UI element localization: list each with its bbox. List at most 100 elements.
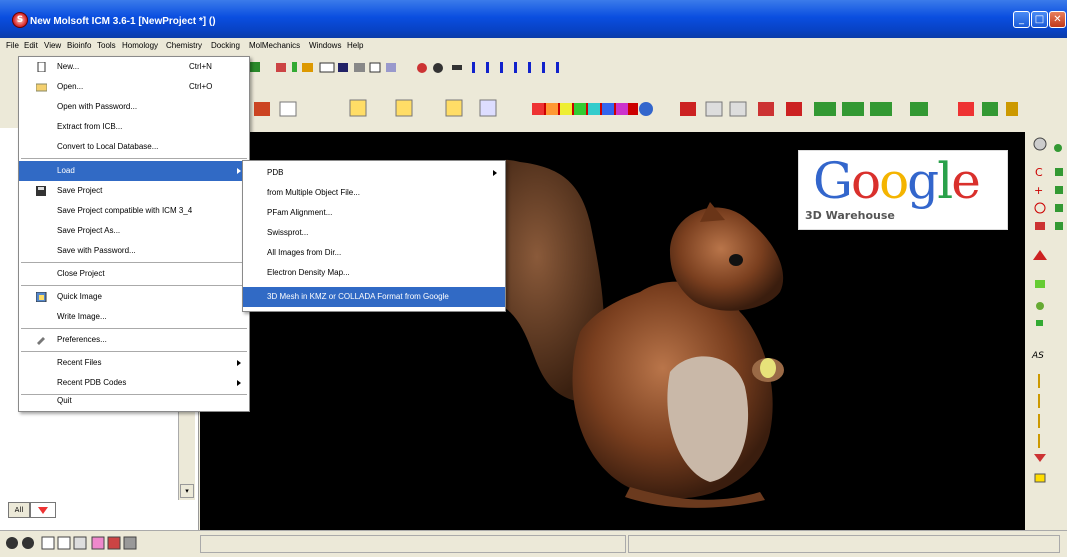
torsion-icon bbox=[729, 101, 747, 117]
svg-text:AS: AS bbox=[1031, 351, 1044, 361]
menu-separator bbox=[21, 262, 247, 263]
menu-homology[interactable]: Homology bbox=[122, 41, 158, 50]
title-bar: S New Molsoft ICM 3.6-1 [NewProject *] (… bbox=[0, 0, 1067, 38]
menu-item-quick-image[interactable]: Quick Image bbox=[19, 287, 249, 307]
table-view-icon bbox=[73, 536, 87, 550]
menu-item-write-image[interactable]: Write Image... bbox=[19, 307, 249, 327]
menu-item-save-compatible[interactable]: Save Project compatible with ICM 3_4 bbox=[19, 201, 249, 221]
tube-icon bbox=[452, 65, 462, 70]
molecule-icon bbox=[250, 62, 260, 72]
right-toolbar: C + AS bbox=[1028, 132, 1067, 530]
submenu-item-electron-density[interactable]: Electron Density Map... bbox=[243, 263, 505, 283]
toolbar-row-1 bbox=[250, 62, 559, 73]
submenu-item-pfam-alignment[interactable]: PFam Alignment... bbox=[243, 203, 505, 223]
menu-item-extract-from-icb[interactable]: Extract from ICB... bbox=[19, 117, 249, 137]
menu-bioinfo[interactable]: Bioinfo bbox=[67, 41, 91, 50]
menu-file[interactable]: File bbox=[6, 41, 19, 50]
menu-item-save-with-password[interactable]: Save with Password... bbox=[19, 241, 249, 261]
new-file-icon bbox=[37, 62, 46, 72]
grid-view-icon bbox=[41, 536, 55, 550]
image-view-icon bbox=[91, 536, 105, 550]
menu-tools[interactable]: Tools bbox=[97, 41, 116, 50]
res-icon bbox=[349, 99, 367, 117]
submenu-item-multiple-object-file[interactable]: from Multiple Object File... bbox=[243, 183, 505, 203]
menu-windows[interactable]: Windows bbox=[309, 41, 341, 50]
submenu-arrow-icon bbox=[237, 380, 241, 386]
open-folder-icon bbox=[36, 83, 47, 92]
residue-icon bbox=[276, 63, 286, 72]
app-logo-icon[interactable]: S bbox=[12, 12, 28, 28]
quick-image-icon bbox=[36, 292, 47, 302]
submenu-item-all-images[interactable]: All Images from Dir... bbox=[243, 243, 505, 263]
menu-item-save-project-as[interactable]: Save Project As... bbox=[19, 221, 249, 241]
settings-gear-icon bbox=[1033, 137, 1047, 151]
menu-item-new[interactable]: New... Ctrl+N bbox=[19, 57, 249, 77]
menu-edit[interactable]: Edit bbox=[24, 41, 38, 50]
height-icon-5 bbox=[528, 62, 531, 73]
atom-icon bbox=[292, 62, 297, 72]
menu-item-open-with-password[interactable]: Open with Password... bbox=[19, 97, 249, 117]
height-icon-1 bbox=[472, 62, 475, 73]
slab-icon bbox=[958, 102, 974, 116]
status-toolbar-icons bbox=[6, 536, 137, 550]
scroll-down-arrow-icon[interactable]: ▾ bbox=[180, 484, 194, 498]
dark-sphere-icon bbox=[433, 63, 443, 73]
angle-icon bbox=[705, 101, 723, 117]
menu-docking[interactable]: Docking bbox=[211, 41, 240, 50]
menu-item-preferences[interactable]: Preferences... bbox=[19, 330, 249, 350]
color-wheel-icon bbox=[639, 102, 653, 116]
google-wordmark: Google bbox=[813, 152, 981, 210]
menu-item-open[interactable]: Open... Ctrl+O bbox=[19, 77, 249, 97]
capture-icon bbox=[107, 536, 121, 550]
maximize-button[interactable]: □ bbox=[1031, 11, 1048, 28]
window-title: New Molsoft ICM 3.6-1 [NewProject *] () bbox=[30, 16, 216, 27]
menu-item-quit[interactable]: Quit bbox=[19, 391, 249, 411]
pdb-icon bbox=[319, 62, 335, 73]
stop-icon bbox=[22, 537, 34, 549]
menu-molmechanics[interactable]: MolMechanics bbox=[249, 41, 300, 50]
grid-icon bbox=[302, 63, 313, 72]
menu-separator bbox=[21, 158, 247, 159]
submenu-arrow-icon bbox=[493, 170, 497, 176]
submenu-arrow-icon bbox=[237, 168, 241, 174]
table-icon bbox=[369, 62, 381, 73]
record-icon bbox=[6, 537, 18, 549]
height-icon-4 bbox=[514, 62, 517, 73]
menu-view[interactable]: View bbox=[44, 41, 61, 50]
menu-separator bbox=[21, 285, 247, 286]
seq-icon bbox=[338, 63, 348, 72]
menu-help[interactable]: Help bbox=[347, 41, 363, 50]
chain-icon-3 bbox=[870, 102, 892, 116]
google-3d-warehouse-logo: Google 3D Warehouse bbox=[798, 150, 1008, 230]
svg-text:C: C bbox=[1035, 166, 1043, 179]
tab-visual[interactable] bbox=[30, 502, 56, 518]
chain-icon-1 bbox=[814, 102, 836, 116]
svg-text:+: + bbox=[1034, 184, 1043, 197]
submenu-item-swissprot[interactable]: Swissprot... bbox=[243, 223, 505, 243]
submenu-item-pdb[interactable]: PDB bbox=[243, 163, 505, 183]
menu-chemistry[interactable]: Chemistry bbox=[166, 41, 202, 50]
site-icon bbox=[479, 99, 497, 117]
menu-item-recent-pdb-codes[interactable]: Recent PDB Codes bbox=[19, 373, 249, 393]
zoom-view-icon bbox=[123, 536, 137, 550]
display-icon bbox=[279, 101, 297, 117]
menu-item-recent-files[interactable]: Recent Files bbox=[19, 353, 249, 373]
load-submenu: PDB from Multiple Object File... PFam Al… bbox=[242, 160, 506, 312]
heart-icon bbox=[38, 507, 48, 514]
preferences-icon bbox=[37, 337, 45, 345]
menu-item-load[interactable]: Load bbox=[19, 161, 249, 181]
height-icon-3 bbox=[500, 62, 503, 73]
menu-separator bbox=[21, 328, 247, 329]
status-field-right bbox=[628, 535, 1060, 553]
submenu-item-3d-mesh-google[interactable]: 3D Mesh in KMZ or COLLADA Format from Go… bbox=[243, 287, 505, 307]
menu-item-close-project[interactable]: Close Project bbox=[19, 264, 249, 284]
close-button[interactable]: ✕ bbox=[1049, 11, 1066, 28]
window-icon bbox=[386, 63, 396, 72]
menu-separator bbox=[21, 351, 247, 352]
menu-item-save-project[interactable]: Save Project bbox=[19, 181, 249, 201]
minimize-button[interactable]: _ bbox=[1013, 11, 1030, 28]
var-icon bbox=[445, 99, 463, 117]
tab-all[interactable]: All bbox=[8, 502, 30, 518]
status-bar bbox=[0, 530, 1067, 555]
menu-item-convert-local-db[interactable]: Convert to Local Database... bbox=[19, 137, 249, 157]
